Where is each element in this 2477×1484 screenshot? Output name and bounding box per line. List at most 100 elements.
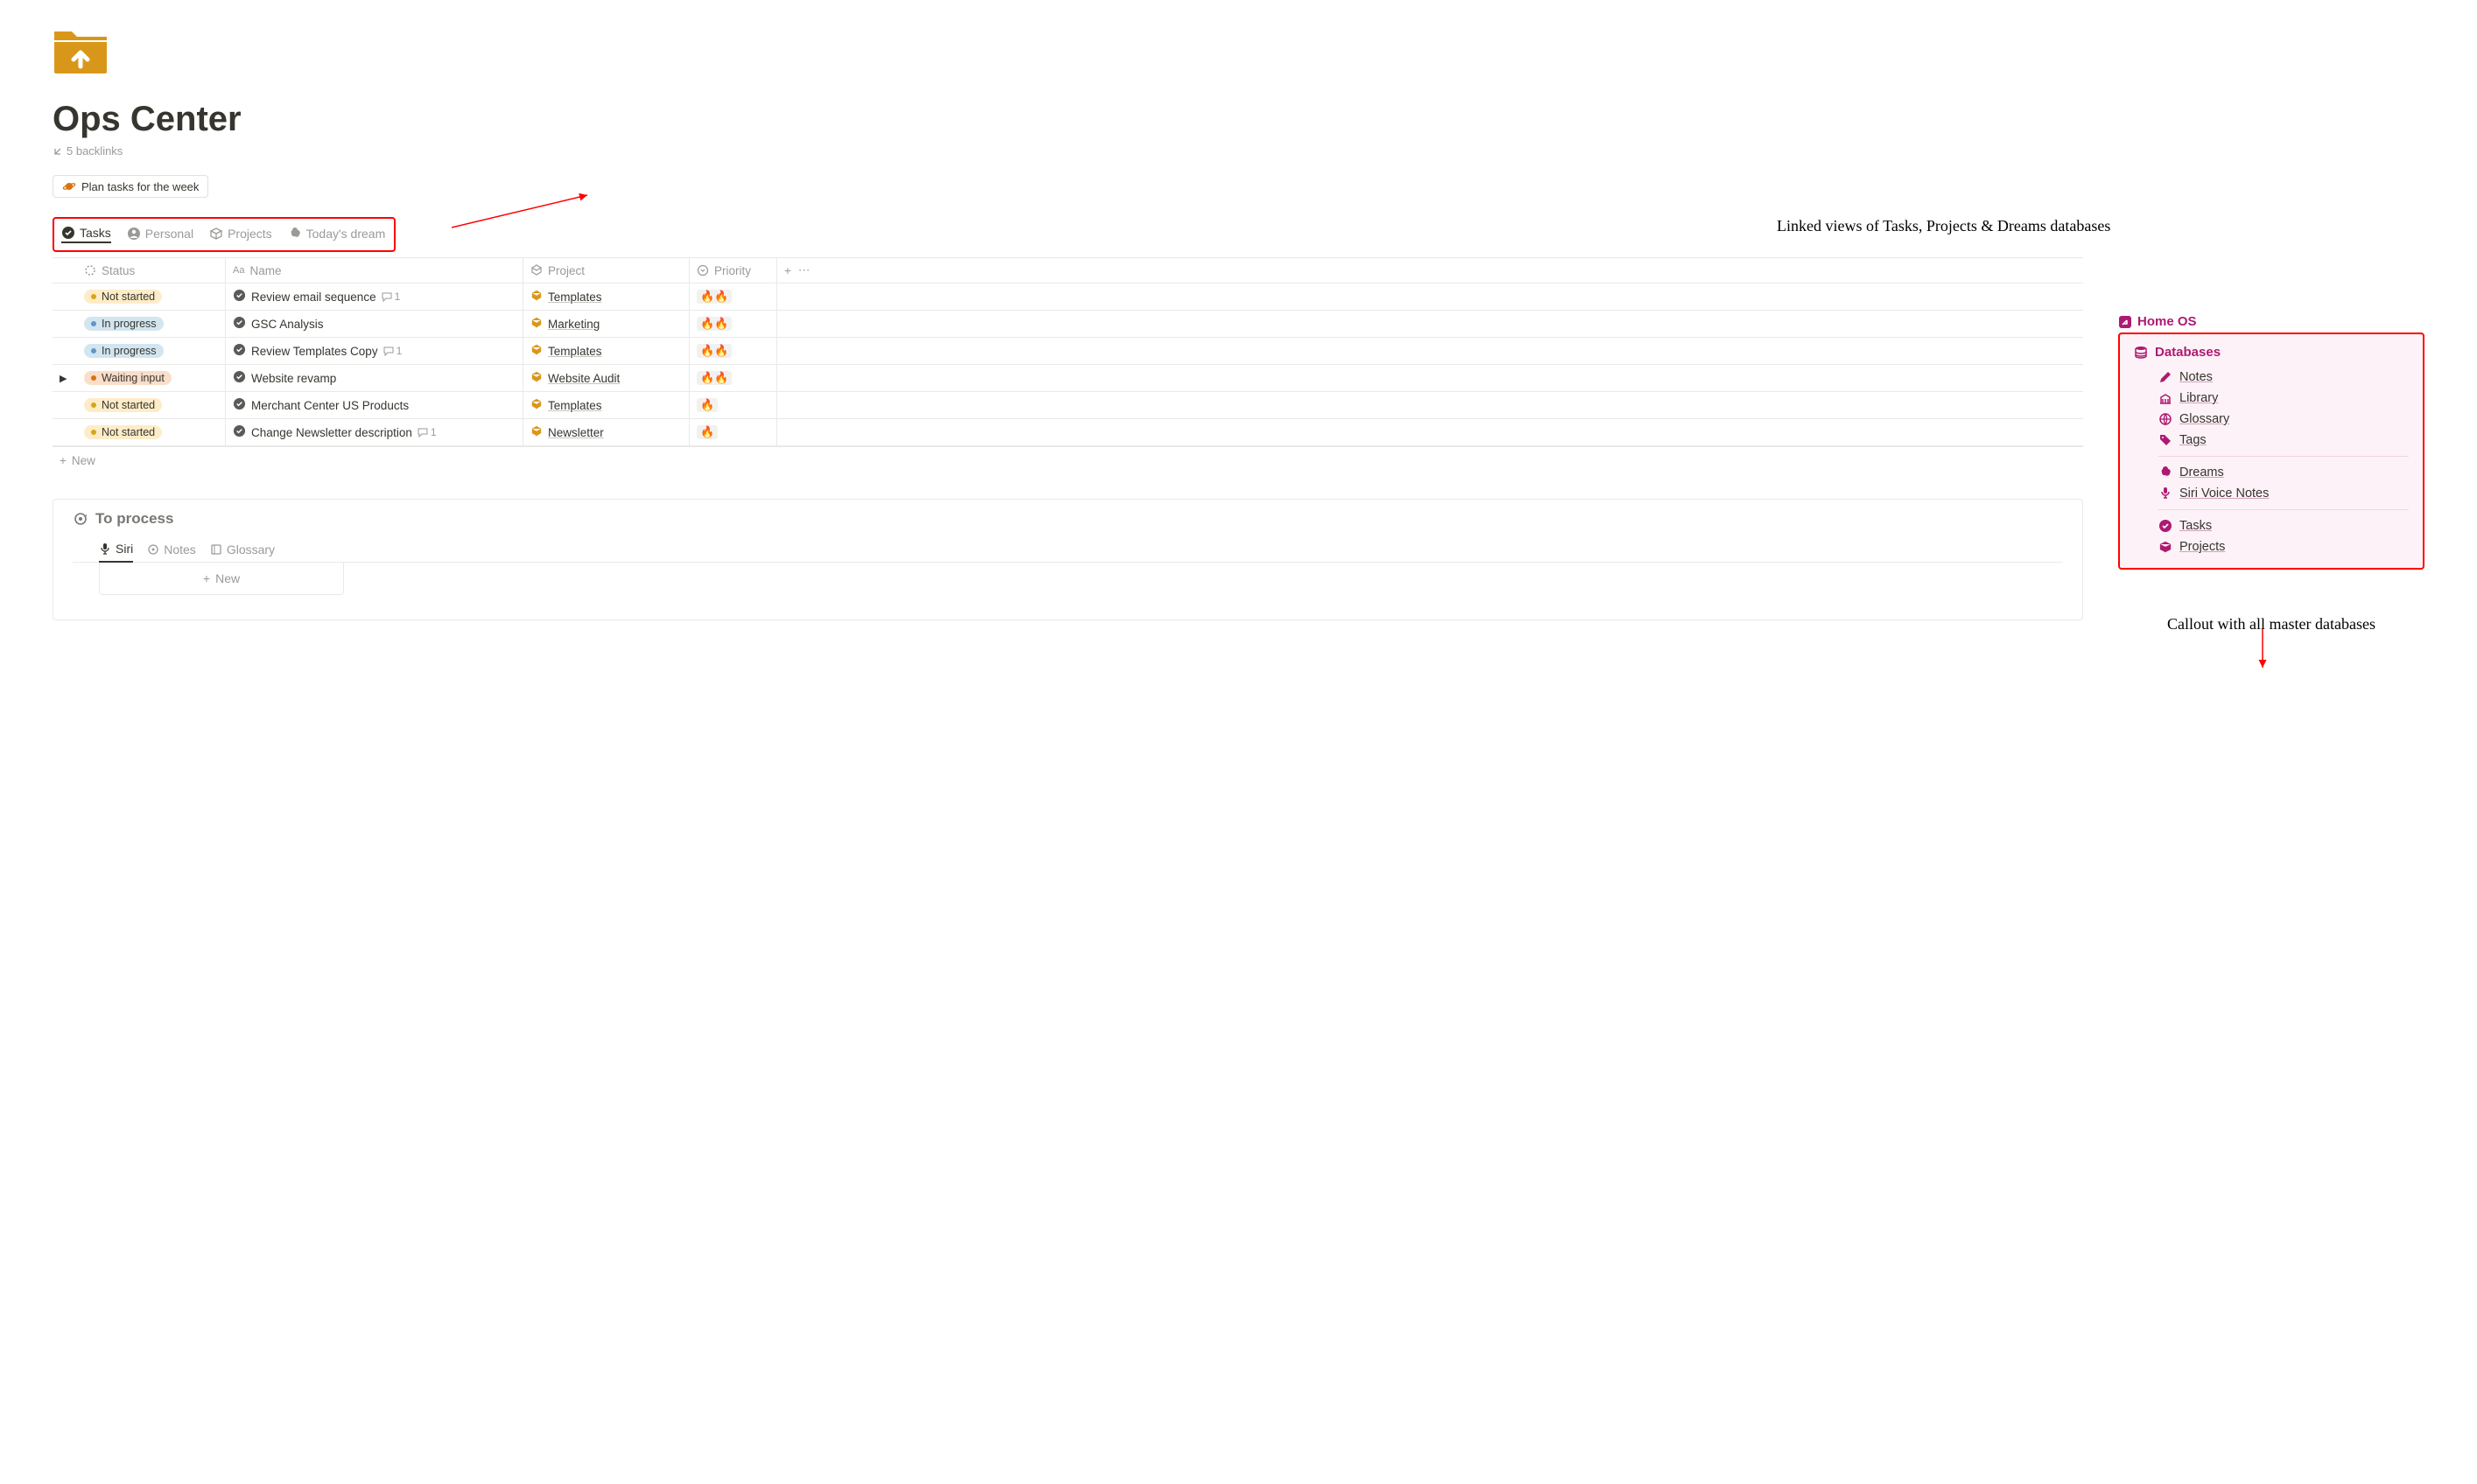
th-project[interactable]: Project: [523, 258, 690, 283]
tab-projects[interactable]: Projects: [209, 225, 272, 242]
backlinks-link[interactable]: 5 backlinks: [53, 144, 2424, 158]
cell-project[interactable]: Newsletter: [523, 419, 690, 445]
annotation-bottom-label: Callout with all master databases: [2118, 615, 2424, 634]
process-new-label: New: [215, 571, 240, 585]
callout-item[interactable]: Dreams: [2158, 462, 2409, 483]
tabs-annotation-box: Tasks Personal Projects Today's dream: [53, 217, 396, 252]
cell-name-text: Change Newsletter description: [251, 426, 412, 439]
process-tab-notes[interactable]: Notes: [147, 538, 196, 562]
cell-priority[interactable]: 🔥🔥: [690, 338, 777, 364]
add-column-button[interactable]: +: [784, 264, 791, 277]
cell-priority[interactable]: 🔥🔥: [690, 284, 777, 310]
cell-status[interactable]: Not started: [77, 392, 226, 418]
table-row[interactable]: In progress Review Templates Copy1 Templ…: [53, 338, 2083, 365]
priority-value: 🔥: [697, 398, 718, 412]
table-row[interactable]: In progress GSC Analysis Marketing 🔥🔥: [53, 311, 2083, 338]
callout-item[interactable]: Tasks: [2158, 515, 2409, 536]
tab-todays-dream[interactable]: Today's dream: [288, 225, 386, 242]
row-toggle-cell: [53, 284, 77, 310]
project-link-text: Newsletter: [548, 426, 604, 439]
cell-priority[interactable]: 🔥: [690, 419, 777, 445]
cell-status[interactable]: In progress: [77, 311, 226, 337]
cell-project[interactable]: Marketing: [523, 311, 690, 337]
annotation-top-label: Linked views of Tasks, Projects & Dreams…: [1777, 217, 2214, 235]
task-check-icon: [233, 343, 246, 359]
project-box-icon: [530, 317, 543, 332]
table-row[interactable]: Not started Change Newsletter descriptio…: [53, 419, 2083, 446]
callout-item-label: Tags: [2179, 433, 2207, 447]
callout-item[interactable]: Projects: [2158, 536, 2409, 557]
backlink-icon: [53, 146, 63, 157]
cell-name[interactable]: Change Newsletter description 1: [226, 419, 523, 445]
project-box-icon: [530, 371, 543, 386]
expand-toggle[interactable]: ▶: [60, 373, 67, 384]
callout-item-label: Dreams: [2179, 466, 2224, 480]
callout-item[interactable]: Glossary: [2158, 409, 2409, 430]
cell-name[interactable]: GSC Analysis: [226, 311, 523, 337]
cell-priority[interactable]: 🔥: [690, 392, 777, 418]
tab-label: Projects: [228, 227, 272, 241]
cell-status[interactable]: Not started: [77, 419, 226, 445]
to-process-header: To process: [73, 510, 2063, 528]
planet-icon: [62, 179, 76, 193]
table-row[interactable]: ▶ Waiting input Website revamp Website A…: [53, 365, 2083, 392]
cell-priority[interactable]: 🔥🔥: [690, 311, 777, 337]
comments-badge[interactable]: 1: [383, 345, 403, 357]
box-icon: [209, 227, 223, 241]
project-link-text: Website Audit: [548, 372, 620, 385]
home-os-label: Home OS: [2137, 314, 2197, 329]
project-link-text: Marketing: [548, 318, 600, 331]
cell-project[interactable]: Templates: [523, 392, 690, 418]
cell-status[interactable]: Waiting input: [77, 365, 226, 391]
project-box-icon: [530, 344, 543, 359]
database-icon: [2134, 346, 2148, 360]
page-title: Ops Center: [53, 100, 2424, 139]
comments-badge[interactable]: 1: [382, 290, 401, 303]
annotation-arrow-bottom: [2254, 629, 2271, 673]
column-menu-button[interactable]: ⋯: [798, 263, 810, 277]
table-row[interactable]: Not started Merchant Center US Products …: [53, 392, 2083, 419]
process-tab-glossary[interactable]: Glossary: [210, 538, 275, 562]
callout-item[interactable]: Tags: [2158, 430, 2409, 451]
divider: [2158, 456, 2409, 457]
thought-icon: [2158, 466, 2172, 480]
new-row-label: New: [72, 454, 95, 467]
select-icon: [697, 264, 709, 276]
comments-badge[interactable]: 1: [418, 426, 437, 438]
plan-tasks-button[interactable]: Plan tasks for the week: [53, 175, 208, 198]
home-os-link[interactable]: Home OS: [2118, 314, 2424, 329]
row-toggle-cell: [53, 311, 77, 337]
cell-project[interactable]: Templates: [523, 338, 690, 364]
cell-project[interactable]: Website Audit: [523, 365, 690, 391]
cell-priority[interactable]: 🔥🔥: [690, 365, 777, 391]
table-row[interactable]: Not started Review email sequence1 Templ…: [53, 284, 2083, 311]
cell-status[interactable]: Not started: [77, 284, 226, 310]
th-label: Name: [249, 264, 281, 277]
tab-tasks[interactable]: Tasks: [61, 224, 111, 243]
cell-status[interactable]: In progress: [77, 338, 226, 364]
cell-project[interactable]: Templates: [523, 284, 690, 310]
th-name[interactable]: Aa Name: [226, 258, 523, 283]
callout-item[interactable]: Siri Voice Notes: [2158, 483, 2409, 504]
new-row-button[interactable]: + New: [53, 447, 2083, 474]
status-pill: In progress: [84, 344, 164, 358]
callout-item[interactable]: Library: [2158, 388, 2409, 409]
cell-name[interactable]: Website revamp: [226, 365, 523, 391]
cell-name[interactable]: Review Templates Copy1: [226, 338, 523, 364]
thought-icon: [288, 227, 302, 241]
process-new-button[interactable]: + New: [99, 563, 344, 595]
tab-label: Personal: [145, 227, 193, 241]
project-box-icon: [530, 398, 543, 413]
cell-name[interactable]: Merchant Center US Products: [226, 392, 523, 418]
cell-name-text: GSC Analysis: [251, 318, 324, 331]
callout-item-label: Notes: [2179, 370, 2213, 384]
page-icon: [53, 26, 109, 74]
tab-personal[interactable]: Personal: [127, 225, 193, 242]
cycle-icon: [73, 511, 88, 527]
callout-item[interactable]: Notes: [2158, 367, 2409, 388]
cell-name[interactable]: Review email sequence1: [226, 284, 523, 310]
process-tab-siri[interactable]: Siri: [99, 538, 133, 563]
th-priority[interactable]: Priority: [690, 258, 777, 283]
status-pill: Not started: [84, 290, 162, 304]
th-status[interactable]: Status: [77, 258, 226, 283]
